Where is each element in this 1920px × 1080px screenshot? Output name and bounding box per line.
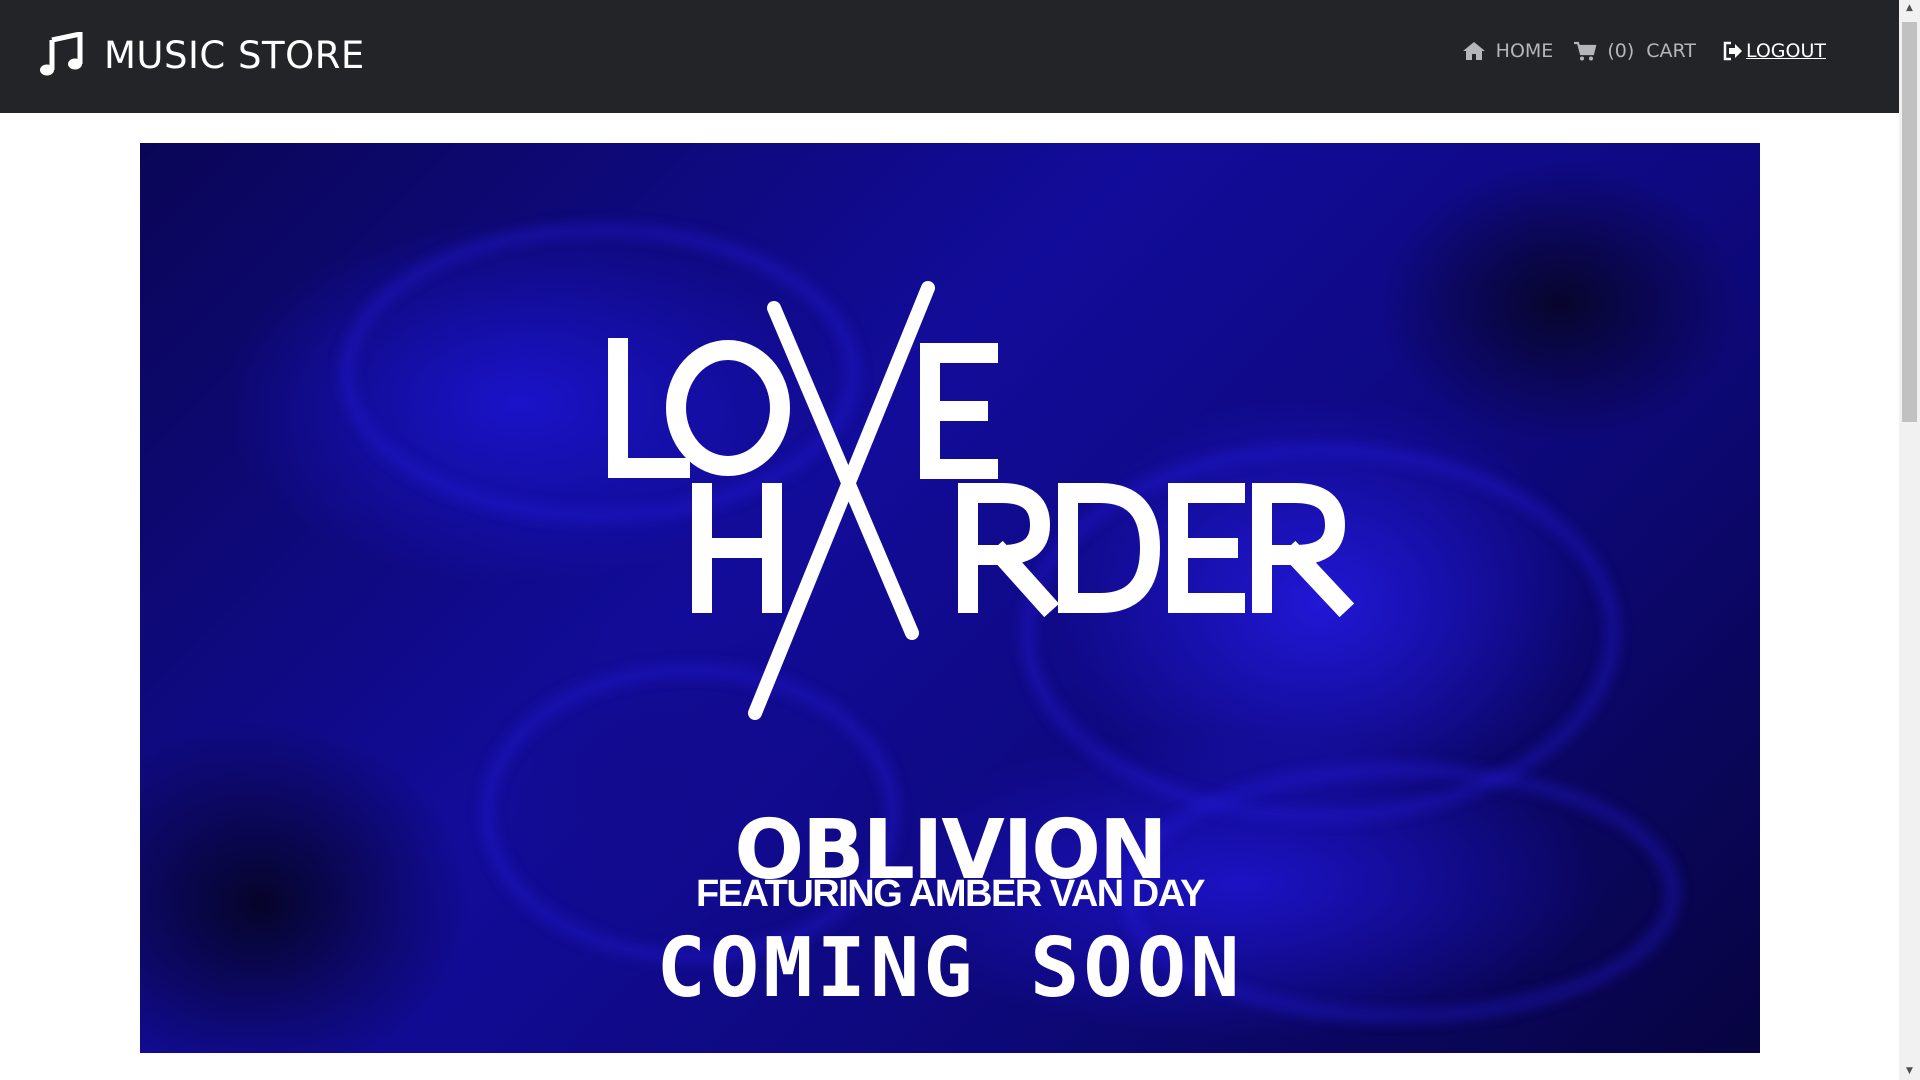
- logout-icon: [1723, 41, 1742, 61]
- cart-icon: [1574, 41, 1597, 61]
- scroll-thumb[interactable]: [1902, 22, 1917, 422]
- cart-count: (0): [1607, 40, 1635, 62]
- page-scrollbar[interactable]: ▲ ▼: [1899, 0, 1920, 1080]
- home-icon: [1462, 42, 1485, 60]
- brand-name: MUSIC STORE: [104, 33, 365, 77]
- brand[interactable]: MUSIC STORE: [38, 32, 365, 78]
- nav-cart-link[interactable]: (0) CART: [1573, 40, 1696, 62]
- scroll-up-icon[interactable]: ▲: [1899, 0, 1920, 17]
- scroll-down-icon[interactable]: ▼: [1899, 1063, 1920, 1080]
- love-harder-logo: [608, 281, 1355, 720]
- hero-banner[interactable]: OBLIVION FEATURING AMBER VAN DAY COMING …: [140, 143, 1760, 1053]
- music-note-icon: [40, 32, 83, 76]
- nav-cart-label: CART: [1646, 40, 1696, 62]
- top-navbar: MUSIC STORE HOME (0) CART LOGOUT: [0, 0, 1899, 113]
- logout-label: LOGOUT: [1745, 40, 1826, 62]
- main-nav: HOME (0) CART LOGOUT: [1462, 40, 1826, 62]
- banner-tagline: COMING SOON: [656, 921, 1244, 1016]
- banner-subtitle: FEATURING AMBER VAN DAY: [695, 873, 1206, 915]
- nav-home-link[interactable]: HOME: [1462, 40, 1554, 62]
- nav-home-label: HOME: [1495, 40, 1554, 62]
- logout-link[interactable]: LOGOUT: [1722, 40, 1826, 62]
